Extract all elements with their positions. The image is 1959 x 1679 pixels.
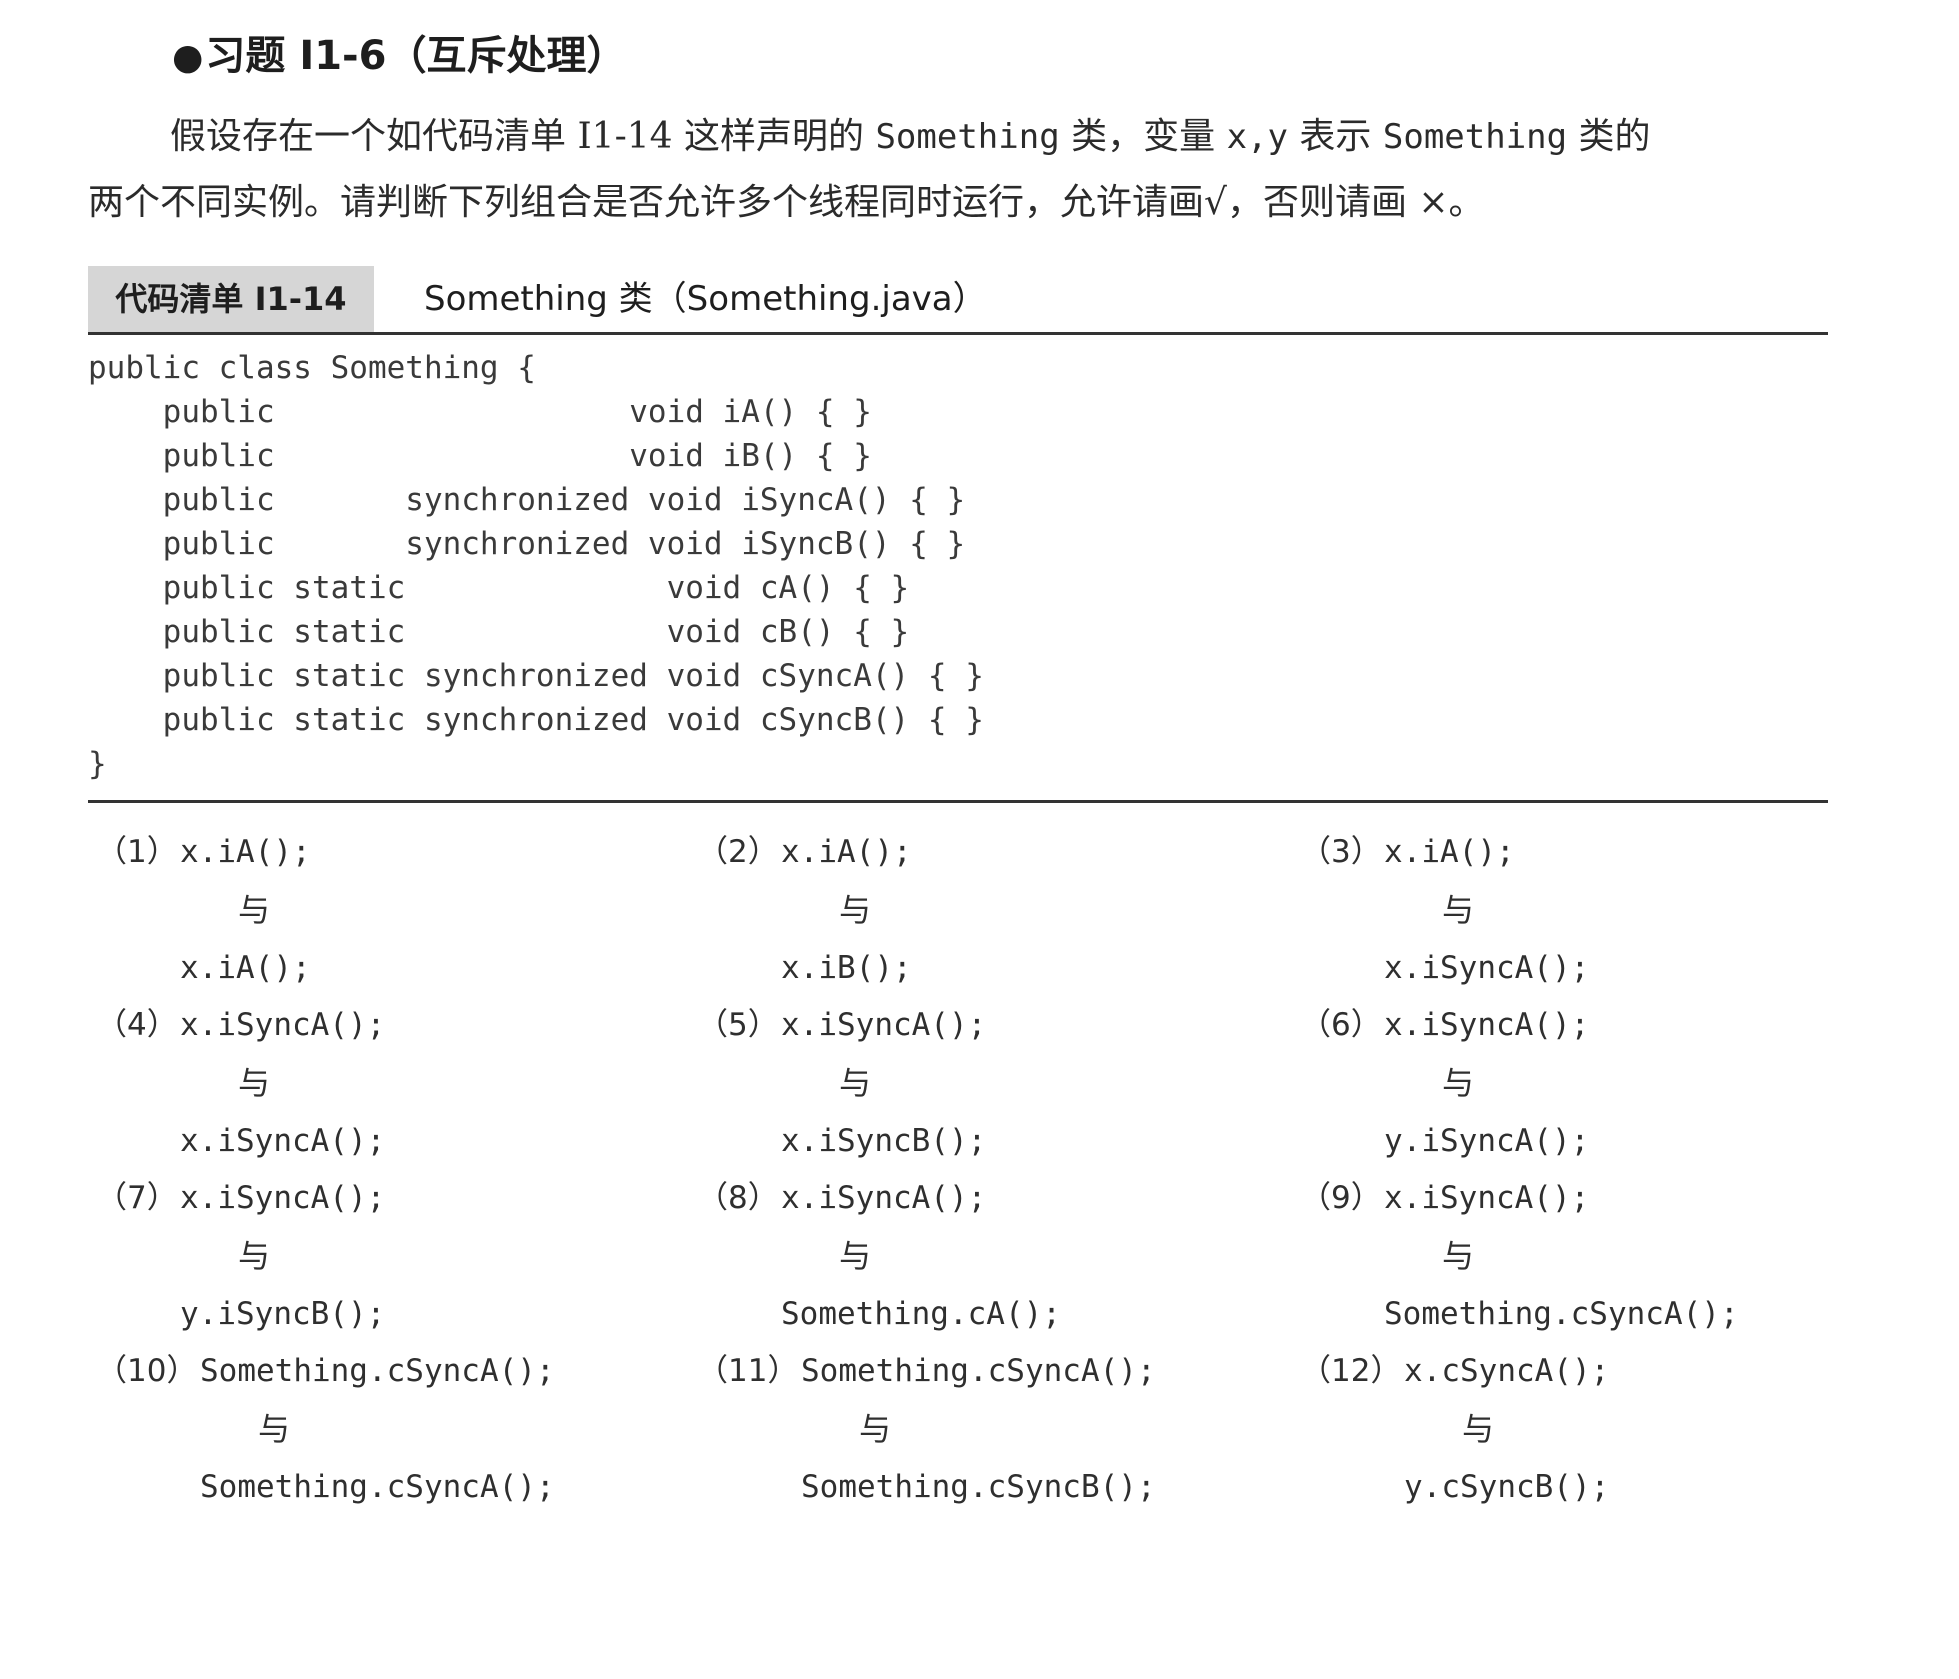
item-second-call: x.iSyncB(); [781, 1123, 987, 1159]
item-number: （11） [697, 1353, 799, 1389]
class-name-inline: Something [1382, 117, 1568, 157]
item-second-call: Something.cSyncA(); [1384, 1296, 1739, 1332]
variable-names-inline: x,y [1226, 117, 1288, 157]
code-line: public static void cA() { } [88, 570, 910, 606]
item-number: （3） [1300, 834, 1382, 870]
conjunction-label: 与 [258, 1410, 291, 1448]
item-first-call-row: （8）x.iSyncA(); [697, 1178, 986, 1218]
code-line: public synchronized void iSyncB() { } [88, 526, 966, 562]
code-line: public class Something { [88, 350, 536, 386]
conjunction-label: 与 [238, 891, 271, 929]
code-line: public void iB() { } [88, 438, 872, 474]
conjunction-label: 与 [859, 1410, 892, 1448]
code-line: public synchronized void iSyncA() { } [88, 482, 966, 518]
item-second-call: Something.cA(); [781, 1296, 1061, 1332]
item-first-call: x.iA(); [1384, 834, 1515, 870]
code-line: public static synchronized void cSyncA()… [88, 658, 984, 694]
item-number: （2） [697, 834, 779, 870]
conjunction-label: 与 [1442, 1237, 1475, 1275]
item-first-call-row: （9）x.iSyncA(); [1300, 1178, 1589, 1218]
code-block: public class Something { public void iA(… [88, 346, 1828, 786]
intro-paragraph: 假设存在一个如代码清单 I1-14 这样声明的 Something 类，变量 x… [88, 104, 1828, 236]
item-first-call-row: （7）x.iSyncA(); [96, 1178, 385, 1218]
item-second-call: x.iSyncA(); [1384, 950, 1590, 986]
conjunction-label: 与 [1462, 1410, 1495, 1448]
item-first-call: x.iSyncA(); [1384, 1007, 1590, 1043]
item-second-call: x.iSyncA(); [180, 1123, 386, 1159]
item-number: （12） [1300, 1353, 1402, 1389]
item-first-call: Something.cSyncA(); [200, 1353, 555, 1389]
listing-header: 代码清单 I1-14 Something 类（Something.java） [88, 266, 1828, 335]
item-first-call: x.cSyncA(); [1404, 1353, 1610, 1389]
intro-text: 类，变量 [1059, 116, 1227, 157]
item-first-call-row: （12）x.cSyncA(); [1300, 1351, 1609, 1391]
conjunction-label: 与 [1442, 891, 1475, 929]
conjunction-label: 与 [238, 1064, 271, 1102]
item-second-call: x.iA(); [180, 950, 311, 986]
item-first-call-row: （10）Something.cSyncA(); [96, 1351, 555, 1391]
item-second-call: y.iSyncA(); [1384, 1123, 1590, 1159]
item-second-call: x.iB(); [781, 950, 912, 986]
item-number: （7） [96, 1180, 178, 1216]
item-first-call-row: （2）x.iA(); [697, 832, 912, 872]
code-bottom-rule [88, 800, 1828, 803]
intro-text: 假设存在一个如代码清单 I1-14 这样声明的 [170, 116, 876, 157]
item-first-call: x.iSyncA(); [180, 1007, 386, 1043]
item-number: （4） [96, 1007, 178, 1043]
code-line: public static synchronized void cSyncB()… [88, 702, 984, 738]
item-first-call: x.iSyncA(); [781, 1180, 987, 1216]
item-first-call: Something.cSyncA(); [801, 1353, 1156, 1389]
item-first-call-row: （6）x.iSyncA(); [1300, 1005, 1589, 1045]
item-number: （9） [1300, 1180, 1382, 1216]
listing-tag: 代码清单 I1-14 [88, 266, 374, 332]
conjunction-label: 与 [1442, 1064, 1475, 1102]
item-first-call: x.iSyncA(); [180, 1180, 386, 1216]
item-number: （1） [96, 834, 178, 870]
item-number: （8） [697, 1180, 779, 1216]
exercise-heading: ●习题 I1-6（互斥处理） [172, 28, 627, 86]
page: ●习题 I1-6（互斥处理） 假设存在一个如代码清单 I1-14 这样声明的 S… [0, 0, 1959, 1679]
item-first-call-row: （5）x.iSyncA(); [697, 1005, 986, 1045]
conjunction-label: 与 [238, 1237, 271, 1275]
code-line: public void iA() { } [88, 394, 872, 430]
item-first-call: x.iSyncA(); [781, 1007, 987, 1043]
item-second-call: y.iSyncB(); [180, 1296, 386, 1332]
intro-text: 类的 [1567, 116, 1651, 157]
item-first-call-row: （4）x.iSyncA(); [96, 1005, 385, 1045]
conjunction-label: 与 [839, 1237, 872, 1275]
intro-line-2: 两个不同实例。请判断下列组合是否允许多个线程同时运行，允许请画√，否则请画 ×。 [88, 182, 1485, 223]
conjunction-label: 与 [839, 1064, 872, 1102]
item-first-call: x.iA(); [180, 834, 311, 870]
item-first-call: x.iA(); [781, 834, 912, 870]
item-number: （10） [96, 1353, 198, 1389]
intro-text: 表示 [1287, 116, 1383, 157]
item-number: （5） [697, 1007, 779, 1043]
code-line: } [88, 746, 107, 782]
item-second-call: Something.cSyncB(); [801, 1469, 1156, 1505]
bullet-icon: ● [172, 37, 204, 78]
item-second-call: y.cSyncB(); [1404, 1469, 1610, 1505]
item-first-call-row: （3）x.iA(); [1300, 832, 1515, 872]
intro-line-1: 假设存在一个如代码清单 I1-14 这样声明的 Something 类，变量 x… [88, 104, 1828, 170]
listing-title: Something 类（Something.java） [424, 279, 987, 319]
code-line: public static void cB() { } [88, 614, 910, 650]
item-first-call-row: （11）Something.cSyncA(); [697, 1351, 1156, 1391]
exercise-title: 习题 I1-6（互斥处理） [205, 33, 627, 79]
item-number: （6） [1300, 1007, 1382, 1043]
item-second-call: Something.cSyncA(); [200, 1469, 555, 1505]
conjunction-label: 与 [839, 891, 872, 929]
class-name-inline: Something [875, 117, 1060, 157]
item-first-call: x.iSyncA(); [1384, 1180, 1590, 1216]
item-first-call-row: （1）x.iA(); [96, 832, 311, 872]
